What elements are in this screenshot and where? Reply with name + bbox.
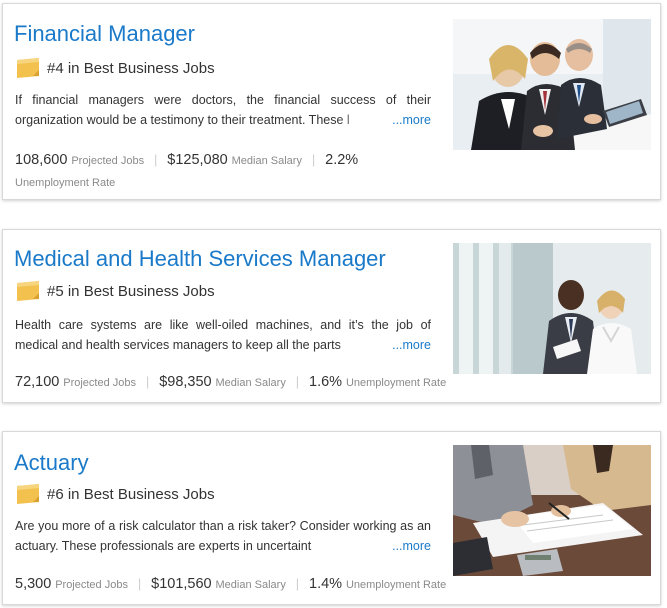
unemployment-value: 2.2%: [325, 152, 359, 168]
unemployment-value: 1.6%: [309, 374, 343, 390]
unemployment-label: Unemployment Rate: [345, 377, 447, 389]
unemployment-label: Unemployment Rate: [345, 579, 447, 591]
job-title-link[interactable]: Financial Manager: [14, 21, 195, 47]
job-card: Financial Manager #4 in Best Business Jo…: [2, 3, 661, 200]
job-description: Are you more of a risk calculator than a…: [15, 516, 431, 556]
median-salary-value: $101,560: [151, 576, 212, 592]
ribbon-badge-icon: [15, 483, 41, 505]
median-salary-value: $98,350: [159, 374, 212, 390]
job-description: If financial managers were doctors, the …: [15, 90, 431, 130]
median-salary-label: Median Salary: [231, 155, 302, 167]
projected-jobs-value: 5,300: [15, 576, 52, 592]
projected-jobs-label: Projected Jobs: [63, 377, 137, 389]
projected-jobs-label: Projected Jobs: [71, 155, 145, 167]
job-title-link[interactable]: Medical and Health Services Manager: [14, 246, 386, 272]
rank-text: #6 in Best Business Jobs: [47, 485, 215, 503]
job-description: Health care systems are like well-oiled …: [15, 315, 431, 355]
rank-text: #4 in Best Business Jobs: [47, 59, 215, 77]
job-card: Medical and Health Services Manager #5 i…: [2, 229, 661, 403]
rank-row: #5 in Best Business Jobs: [15, 280, 215, 302]
unemployment-value: 1.4%: [309, 576, 343, 592]
more-link[interactable]: ...more: [388, 335, 431, 355]
projected-jobs-value: 108,600: [15, 152, 68, 168]
more-link[interactable]: ...more: [388, 536, 431, 556]
job-card: Actuary #6 in Best Business Jobs Are you…: [2, 431, 661, 605]
rank-row: #4 in Best Business Jobs: [15, 57, 215, 79]
unemployment-label: Unemployment Rate: [15, 177, 116, 189]
hospital-meeting-photo[interactable]: [453, 243, 651, 374]
rank-row: #6 in Best Business Jobs: [15, 483, 215, 505]
paperwork-calculator-photo[interactable]: [453, 445, 651, 576]
ribbon-badge-icon: [15, 280, 41, 302]
more-link[interactable]: ...more: [388, 110, 431, 130]
rank-text: #5 in Best Business Jobs: [47, 282, 215, 300]
projected-jobs-value: 72,100: [15, 374, 60, 390]
business-meeting-photo[interactable]: [453, 19, 651, 150]
projected-jobs-label: Projected Jobs: [55, 579, 128, 591]
median-salary-value: $125,080: [167, 152, 228, 168]
median-salary-label: Median Salary: [215, 579, 286, 591]
ribbon-badge-icon: [15, 57, 41, 79]
job-stats: 5,300 Projected Jobs | $101,560 Median S…: [15, 576, 447, 592]
median-salary-label: Median Salary: [215, 377, 286, 389]
job-stats: 108,600 Projected Jobs | $125,080 Median…: [15, 149, 455, 193]
job-stats: 72,100 Projected Jobs | $98,350 Median S…: [15, 374, 447, 390]
job-title-link[interactable]: Actuary: [14, 450, 89, 476]
